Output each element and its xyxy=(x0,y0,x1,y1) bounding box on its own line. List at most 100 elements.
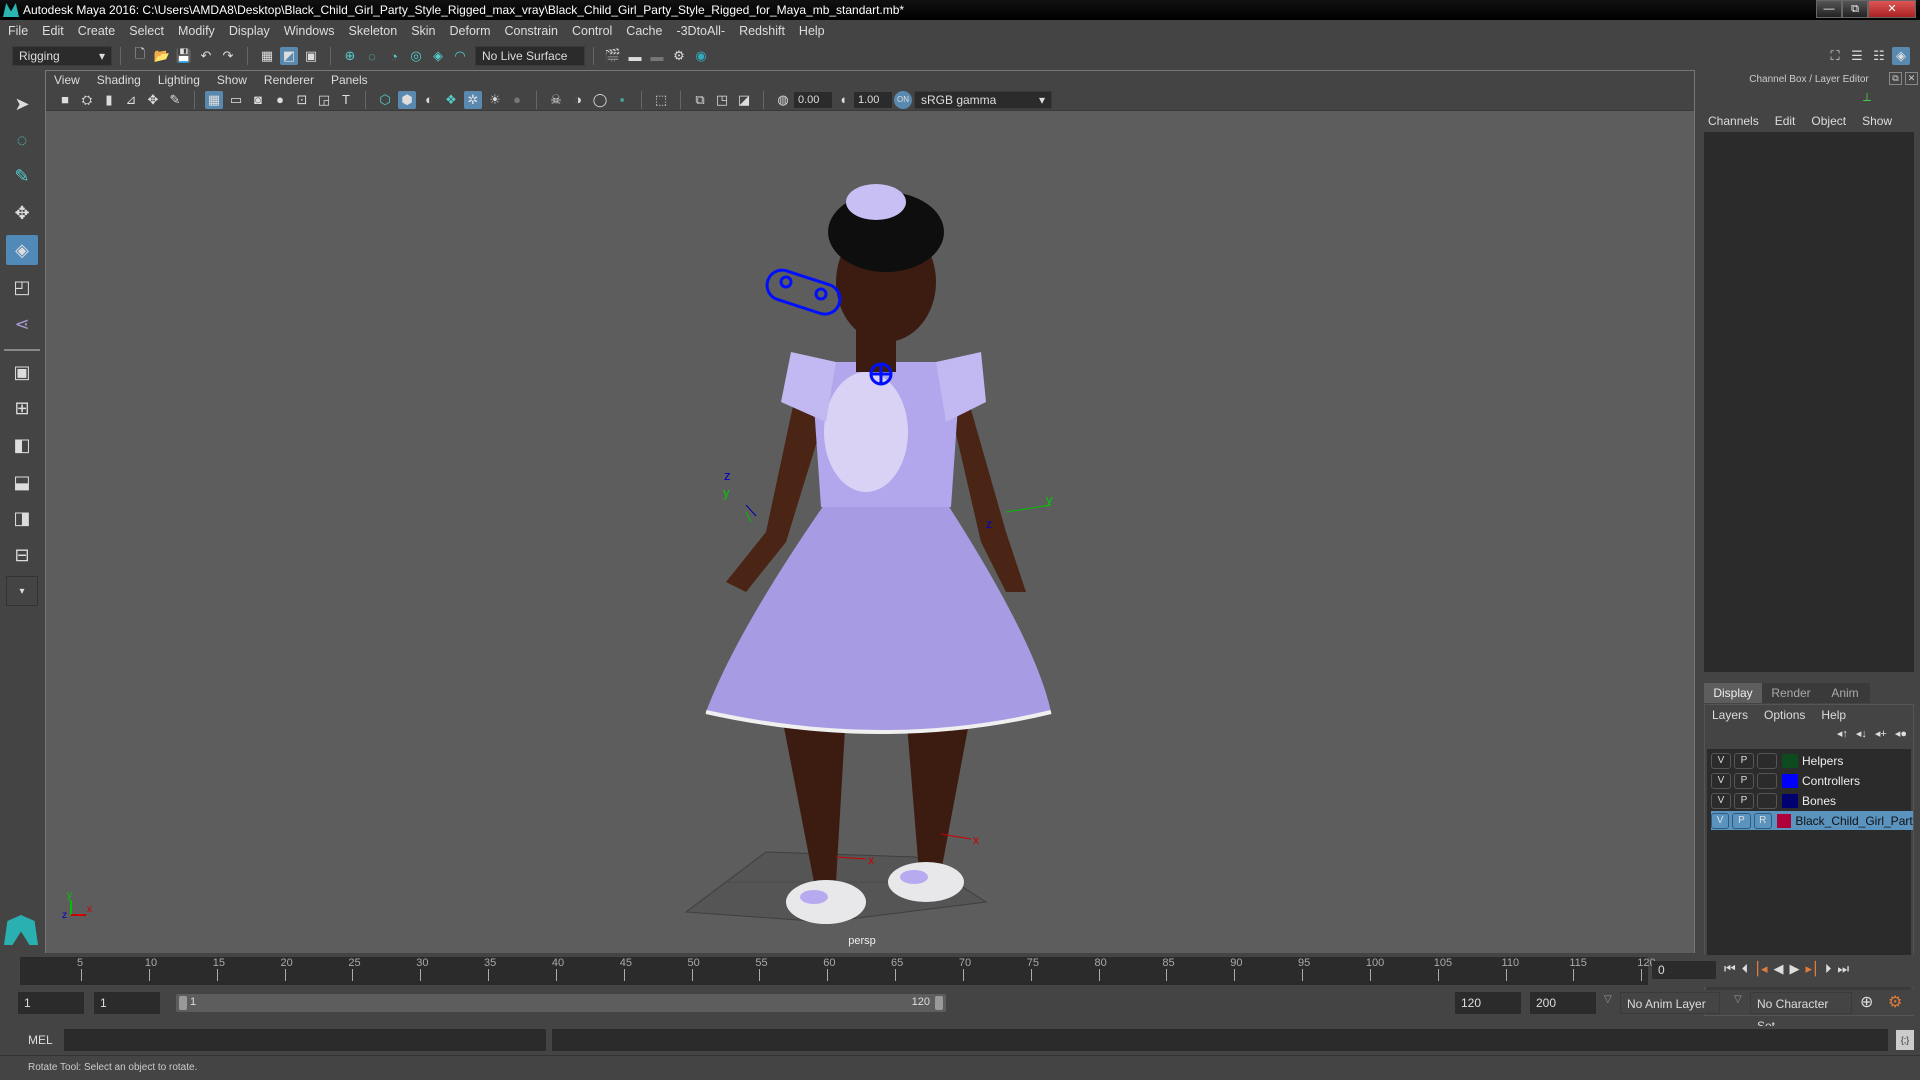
menu-skin[interactable]: Skin xyxy=(411,24,435,38)
snap-view-plane-icon[interactable]: ◎ xyxy=(407,47,425,65)
visibility-toggle[interactable]: V xyxy=(1711,792,1731,809)
image-plane-toggle-icon[interactable]: ◪ xyxy=(735,91,753,109)
menu-deform[interactable]: Deform xyxy=(450,24,491,38)
display-type-toggle[interactable] xyxy=(1757,772,1777,789)
snap-live-icon[interactable]: ◈ xyxy=(429,47,447,65)
snap-point-icon[interactable]: ◔ xyxy=(385,47,403,65)
field-chart-icon[interactable]: ⊡ xyxy=(293,91,311,109)
menu-redshift[interactable]: Redshift xyxy=(739,24,785,38)
hypershade-icon[interactable]: ◉ xyxy=(692,47,710,65)
display-type-toggle[interactable] xyxy=(1757,792,1777,809)
gate-mask-icon[interactable]: ● xyxy=(271,91,289,109)
restore-button[interactable]: ⧉ xyxy=(1842,0,1868,18)
playback-start-field[interactable]: 1 xyxy=(94,992,160,1014)
visibility-toggle[interactable]: V xyxy=(1711,772,1731,789)
persp-graph-outliner-layout-icon[interactable]: ⊟ xyxy=(6,540,38,570)
camera-icon[interactable]: ■ xyxy=(56,91,74,109)
use-all-lights-icon[interactable]: ✲ xyxy=(464,90,482,109)
play-backwards-icon[interactable]: ◀ xyxy=(1774,961,1784,977)
command-input[interactable] xyxy=(64,1029,546,1051)
display-type-toggle[interactable]: R xyxy=(1753,812,1772,829)
new-scene-icon[interactable]: 🗋 xyxy=(131,46,149,65)
character-set-field[interactable]: No Character Set xyxy=(1750,992,1852,1033)
open-scene-icon[interactable]: 📂 xyxy=(153,47,171,65)
command-language-label[interactable]: MEL xyxy=(28,1033,53,1047)
save-scene-icon[interactable]: 💾 xyxy=(175,47,193,65)
menu-windows[interactable]: Windows xyxy=(284,24,335,38)
safe-action-icon[interactable]: ◲ xyxy=(315,91,333,109)
select-tool-icon[interactable]: ➤ xyxy=(6,89,38,119)
layer-color-swatch[interactable] xyxy=(1776,813,1792,828)
menu-display[interactable]: Display xyxy=(229,24,270,38)
go-to-end-icon[interactable]: ⏭ xyxy=(1837,961,1849,977)
viewport-menu-lighting[interactable]: Lighting xyxy=(158,73,200,87)
display-type-toggle[interactable] xyxy=(1757,752,1777,769)
end-time-field[interactable]: 200 xyxy=(1530,992,1596,1014)
close-panel-icon[interactable]: ✕ xyxy=(1905,72,1918,85)
viewport-menu-shading[interactable]: Shading xyxy=(97,73,141,87)
exposure-field[interactable]: 0.00 xyxy=(794,91,832,108)
persp-graph-layout-icon[interactable]: ⬓ xyxy=(6,467,38,497)
grease-pencil-icon[interactable]: ✎ xyxy=(166,91,184,109)
image-plane-icon[interactable]: ⊿ xyxy=(122,91,140,109)
channel-menu-show[interactable]: Show xyxy=(1862,114,1892,128)
color-space-dropdown[interactable]: sRGB gamma ▾ xyxy=(914,90,1052,109)
step-back-frame-icon[interactable]: ⏴ xyxy=(1742,961,1749,977)
gamma-field[interactable]: 1.00 xyxy=(854,91,892,108)
menu-create[interactable]: Create xyxy=(78,24,116,38)
menu-constrain[interactable]: Constrain xyxy=(505,24,559,38)
bookmark-icon[interactable]: ▮ xyxy=(100,91,118,109)
single-perspective-layout-icon[interactable]: ▣ xyxy=(6,357,38,387)
persp-outliner-layout-icon[interactable]: ◧ xyxy=(6,430,38,460)
playback-toggle[interactable]: P xyxy=(1732,812,1751,829)
channel-menu-object[interactable]: Object xyxy=(1811,114,1846,128)
wireframe-on-shaded-icon[interactable]: ◐ xyxy=(420,91,438,109)
new-empty-layer-icon[interactable]: ◂+ xyxy=(1875,727,1887,740)
render-settings-icon[interactable]: ⚙ xyxy=(670,47,688,65)
channel-menu-channels[interactable]: Channels xyxy=(1708,114,1759,128)
play-forwards-icon[interactable]: ▶ xyxy=(1790,961,1800,977)
menu-modify[interactable]: Modify xyxy=(178,24,215,38)
render-view-icon[interactable]: 🎬 xyxy=(604,47,622,65)
channel-box-layer-editor-icon[interactable]: ◈ xyxy=(1892,47,1910,65)
playback-toggle[interactable]: P xyxy=(1734,772,1754,789)
resolution-gate-icon[interactable]: ◙ xyxy=(249,91,267,109)
current-frame-field[interactable]: 0 xyxy=(1652,961,1716,979)
channel-box-area[interactable] xyxy=(1704,132,1914,672)
snap-grid-icon[interactable]: ⊕ xyxy=(341,47,359,65)
grid-icon[interactable]: ▦ xyxy=(205,90,223,109)
hypershade-layout-icon[interactable]: ◨ xyxy=(6,503,38,533)
tab-render[interactable]: Render xyxy=(1762,683,1820,703)
tool-settings-icon[interactable]: ☷ xyxy=(1870,47,1888,65)
film-gate-icon[interactable]: ▭ xyxy=(227,91,245,109)
script-editor-icon[interactable]: {;} xyxy=(1896,1030,1914,1050)
animation-preferences-icon[interactable]: ⚙ xyxy=(1888,992,1902,1012)
layer-color-swatch[interactable] xyxy=(1782,773,1798,788)
safe-title-icon[interactable]: T xyxy=(337,91,355,109)
smooth-shade-icon[interactable]: ⬢ xyxy=(398,90,416,109)
menu-set-dropdown[interactable]: Rigging ▾ xyxy=(12,46,112,66)
layer-row[interactable]: V P Controllers xyxy=(1711,771,1913,790)
anim-layer-field[interactable]: No Anim Layer xyxy=(1620,992,1720,1014)
time-ruler[interactable]: 5 10 15 20 25 30 35 40 45 50 55 60 65 70 75 80 85 90 95 100… xyxy=(20,957,1656,985)
xray-icon[interactable]: ☠ xyxy=(547,91,565,109)
render-current-frame-icon[interactable]: ▬ xyxy=(626,47,644,65)
move-tool-icon[interactable]: ✥ xyxy=(6,198,38,228)
tab-display[interactable]: Display xyxy=(1704,683,1762,703)
snap-surface-icon[interactable]: ◠ xyxy=(451,47,469,65)
range-slider[interactable]: 1 120 xyxy=(176,994,946,1012)
close-button[interactable]: ✕ xyxy=(1868,0,1916,18)
viewport-menu-view[interactable]: View xyxy=(54,73,80,87)
visibility-toggle[interactable]: V xyxy=(1711,812,1730,829)
step-back-key-icon[interactable]: ⎮◂ xyxy=(1754,961,1767,977)
select-by-object-icon[interactable]: ◩ xyxy=(280,47,298,65)
new-layer-selected-icon[interactable]: ◂● xyxy=(1895,727,1907,740)
playback-toggle[interactable]: P xyxy=(1734,752,1754,769)
move-layer-up-icon[interactable]: ◂↑ xyxy=(1837,727,1848,740)
playback-toggle[interactable]: P xyxy=(1734,792,1754,809)
layer-row-selected[interactable]: V P R Black_Child_Girl_Party_ xyxy=(1711,811,1913,830)
scale-tool-icon[interactable]: ◰ xyxy=(6,272,38,302)
viewport-scene[interactable]: z y y z x x y x z persp xyxy=(46,112,1694,953)
viewport-menu-show[interactable]: Show xyxy=(217,73,247,87)
character-set-chevron-icon[interactable]: ▽ xyxy=(1734,994,1742,1005)
